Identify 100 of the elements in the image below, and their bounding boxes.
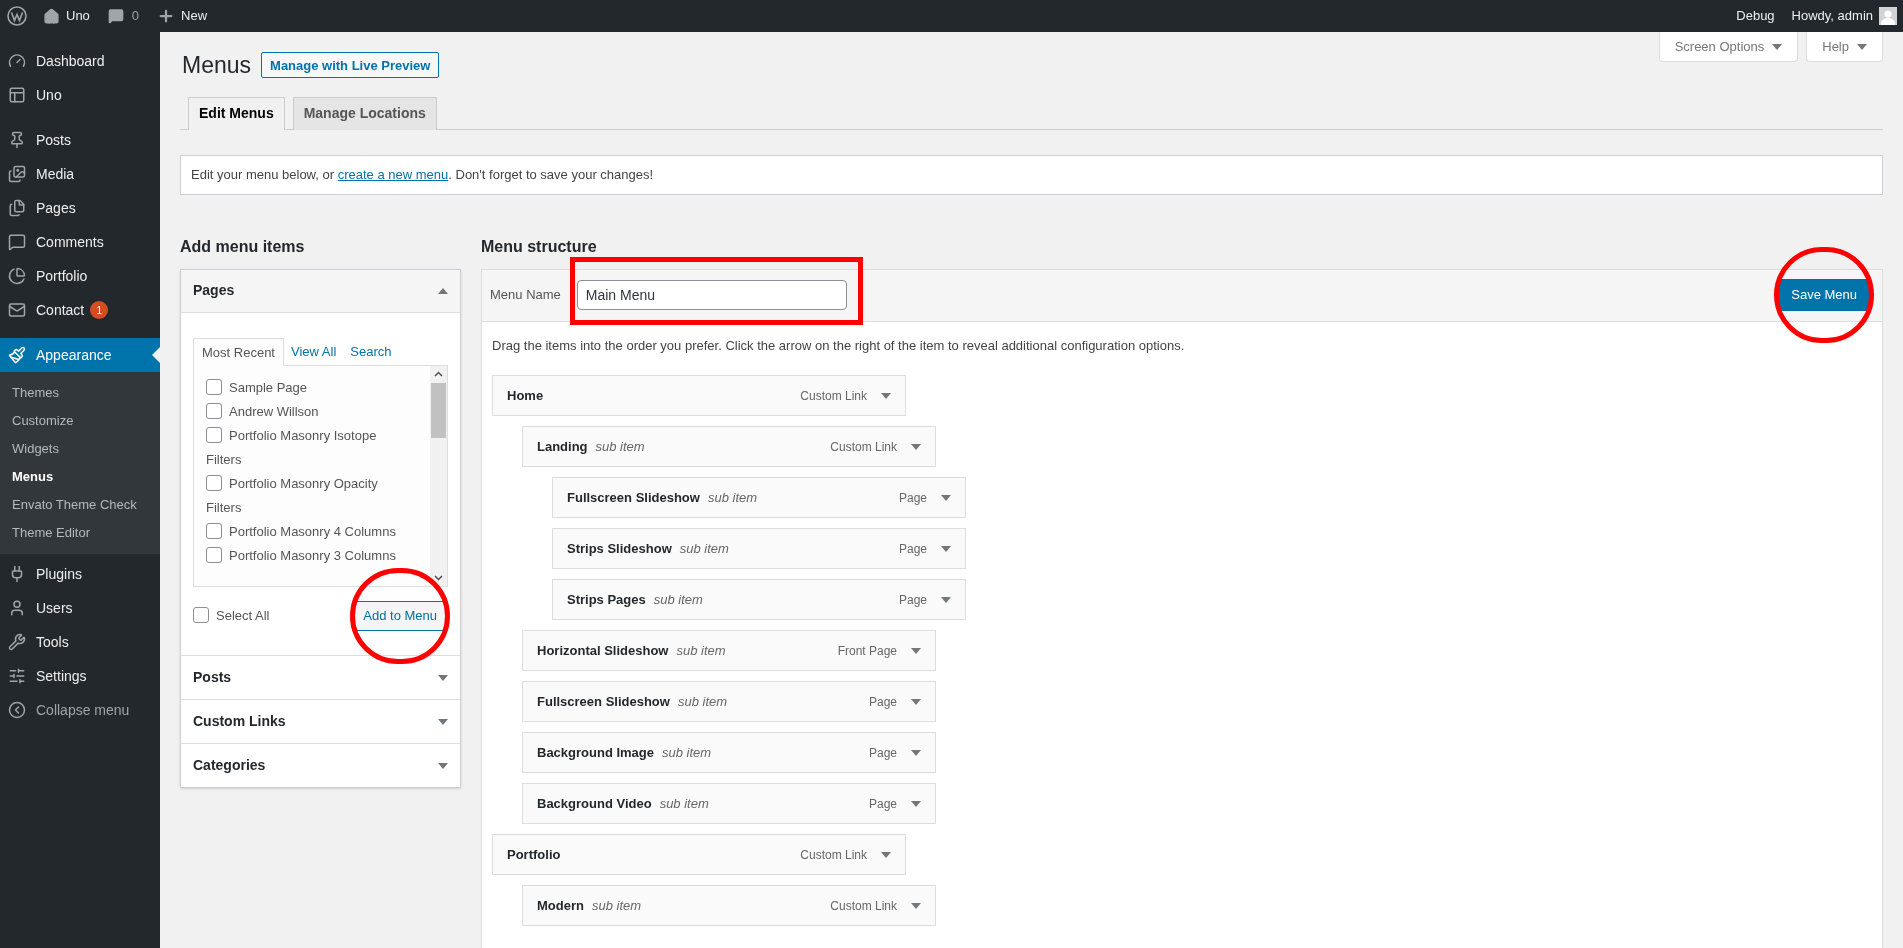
sidebar-item[interactable]: Tools	[0, 625, 160, 659]
menu-item-bar[interactable]: Fullscreen Slideshow sub item Page	[552, 477, 966, 518]
panel-tab[interactable]: View All	[284, 337, 344, 365]
collapse-icon	[8, 701, 26, 719]
debug-link[interactable]: Debug	[1736, 6, 1775, 26]
menu-item-type: Page	[898, 489, 927, 507]
menu-item-title: Portfolio	[507, 845, 561, 864]
menu-item-type: Custom Link	[800, 387, 867, 405]
menu-item-bar[interactable]: Landing sub item Custom Link	[522, 426, 936, 467]
checkbox[interactable]	[206, 403, 222, 419]
menu-item-title: Fullscreen Slideshow	[537, 692, 670, 711]
new-link[interactable]: New	[181, 6, 208, 26]
page-title: Menus	[182, 51, 252, 80]
menu-item-bar[interactable]: Background Image sub item Page	[522, 732, 936, 773]
screen-meta-button[interactable]: Help	[1806, 32, 1883, 62]
screen-meta-button[interactable]: Screen Options	[1658, 32, 1799, 62]
checkbox[interactable]	[206, 427, 222, 443]
panel-tab[interactable]: Search	[343, 337, 399, 365]
menu-item-title: Home	[507, 386, 544, 405]
menu-item-type: Custom Link	[830, 438, 897, 456]
accordion-header[interactable]: Pages	[181, 269, 460, 313]
comment-count[interactable]: 0	[131, 6, 140, 26]
menu-item-note: sub item	[591, 896, 642, 915]
menu-item-bar[interactable]: Home Custom Link	[492, 375, 906, 416]
sidebar-item[interactable]: Settings	[0, 659, 160, 693]
accordion-header[interactable]: Posts	[181, 656, 460, 699]
comment-icon	[8, 233, 26, 251]
save-menu-button[interactable]: Save Menu	[1779, 279, 1869, 311]
menu-name-field[interactable]: Main Menu	[576, 280, 847, 310]
caret-icon	[911, 800, 921, 807]
checkbox[interactable]	[193, 607, 209, 624]
checkbox[interactable]	[206, 379, 222, 395]
caret-icon	[1772, 43, 1783, 50]
nav-tab[interactable]: Manage Locations	[292, 96, 437, 130]
checkbox[interactable]	[206, 475, 222, 491]
logo-icon[interactable]	[7, 6, 27, 26]
sidebar-item[interactable]: Users	[0, 591, 160, 625]
submenu-item[interactable]: Menus	[0, 463, 160, 491]
menu-item-bar[interactable]: Strips Slideshow sub item Page	[552, 528, 966, 569]
caret-icon	[438, 762, 448, 769]
page-option[interactable]: Sample Page	[206, 376, 402, 400]
checkbox[interactable]	[206, 523, 222, 539]
caret-icon	[1857, 43, 1867, 50]
pin-icon	[8, 131, 26, 149]
checkbox[interactable]	[206, 547, 222, 563]
sidebar-item[interactable]: Posts	[0, 123, 160, 157]
menu-item-title: Background Video	[537, 794, 652, 813]
menu-item-bar[interactable]: Horizontal Slideshow sub item Front Page	[522, 630, 936, 671]
panel-tab[interactable]: Most Recent	[193, 337, 284, 366]
page-option[interactable]: Portfolio Masonry Opacity Filters	[206, 472, 402, 520]
menu-item-type: Page	[868, 693, 897, 711]
menu-item-bar[interactable]: Modern sub item Custom Link	[522, 885, 936, 926]
accordion-header[interactable]: Categories	[181, 744, 460, 787]
page-option[interactable]: Portfolio Masonry 4 Columns	[206, 520, 402, 544]
live-preview-button[interactable]: Manage with Live Preview	[261, 52, 440, 79]
menu-item-title: Strips Slideshow	[567, 539, 672, 558]
images-icon	[8, 165, 26, 183]
collapse-menu-button[interactable]: Collapse menu	[0, 693, 160, 727]
submenu-item[interactable]: Envato Theme Check	[0, 491, 160, 519]
caret-icon	[911, 749, 921, 756]
page-option[interactable]: Andrew Willson	[206, 400, 402, 424]
wrench-icon	[8, 633, 26, 651]
submenu-item[interactable]: Customize	[0, 407, 160, 435]
sidebar-item[interactable]: Appearance	[0, 338, 160, 372]
select-all-option[interactable]: Select All	[193, 606, 270, 626]
menu-item-note: sub item	[595, 437, 645, 456]
caret-icon	[911, 443, 921, 450]
accordion-header[interactable]: Custom Links	[181, 700, 460, 743]
site-link[interactable]: Uno	[66, 6, 90, 26]
sidebar-item[interactable]: Media	[0, 157, 160, 191]
sidebar-item[interactable]: Uno	[0, 78, 160, 112]
menu-item-note: sub item	[662, 743, 712, 762]
page-option[interactable]: Portfolio Masonry Isotope Filters	[206, 424, 402, 472]
submenu-item[interactable]: Themes	[0, 379, 160, 407]
nav-tab[interactable]: Edit Menus	[188, 96, 285, 130]
caret-icon	[438, 287, 448, 294]
pages-icon	[8, 199, 26, 217]
caret-icon	[941, 545, 951, 552]
home-icon[interactable]	[43, 7, 60, 25]
account-link[interactable]: Howdy, admin	[1791, 6, 1873, 26]
menu-item-bar[interactable]: Fullscreen Slideshow sub item Page	[522, 681, 936, 722]
sidebar-item[interactable]: Contact 1	[0, 293, 160, 327]
sidebar-item[interactable]: Dashboard	[0, 44, 160, 78]
sliders-icon	[8, 667, 26, 685]
submenu-item[interactable]: Theme Editor	[0, 519, 160, 547]
menu-item-type: Front Page	[837, 642, 897, 660]
sidebar-item[interactable]: Pages	[0, 191, 160, 225]
sidebar-item[interactable]: Comments	[0, 225, 160, 259]
comment-icon[interactable]	[107, 8, 124, 24]
menu-item-bar[interactable]: Portfolio Custom Link	[492, 834, 906, 875]
submenu-item[interactable]: Widgets	[0, 435, 160, 463]
menu-item-bar[interactable]: Background Video sub item Page	[522, 783, 936, 824]
menu-item-bar[interactable]: Strips Pages sub item Page	[552, 579, 966, 620]
sidebar-item[interactable]: Portfolio	[0, 259, 160, 293]
page-option[interactable]: Portfolio Masonry 3 Columns	[206, 544, 402, 568]
scrollbar[interactable]	[430, 366, 447, 586]
current-pointer-icon	[152, 347, 160, 363]
caret-icon	[941, 494, 951, 501]
menu-item-note: sub item	[676, 641, 726, 660]
sidebar-item[interactable]: Plugins	[0, 557, 160, 591]
